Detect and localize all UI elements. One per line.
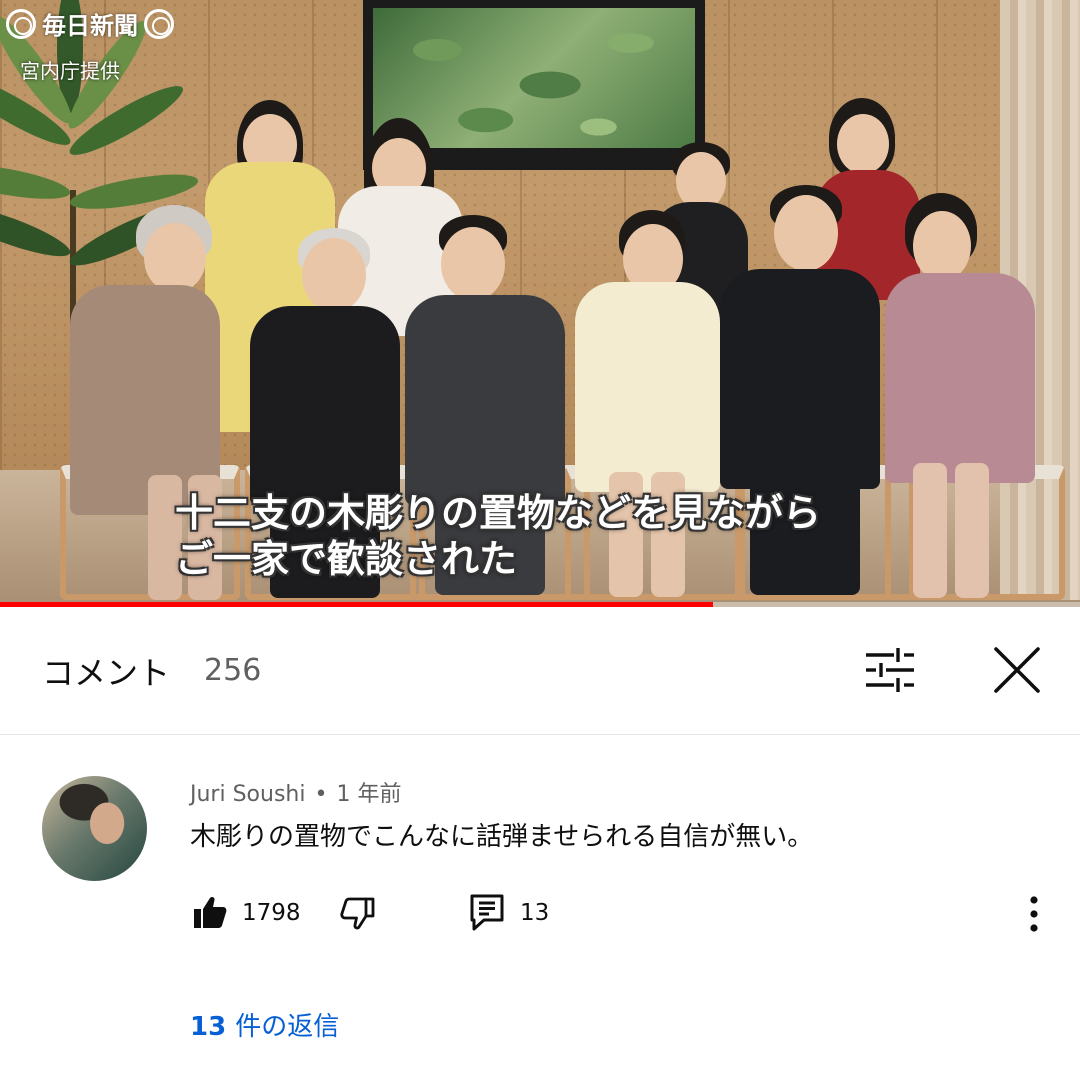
logo-mark-icon [6,8,36,39]
view-replies-link[interactable]: 13 件の返信 [190,1006,339,1043]
meta-separator: • [314,782,328,807]
avatar[interactable] [42,776,147,881]
comments-title: コメント [42,653,171,692]
thumbs-down-icon[interactable] [338,894,376,932]
comment-author[interactable]: Juri Soushi [190,782,305,807]
replies-link-label: 件の返信 [235,1012,340,1042]
comment-item: Juri Soushi • 1 年前 木彫りの置物でこんなに話弾ませられる自信が… [0,736,1080,1075]
image-credit: 宮内庁提供 [20,59,120,83]
comment-actions: 1798 13 [190,894,1050,934]
comments-count: 256 [204,653,262,688]
thumbs-up-icon[interactable] [192,894,228,930]
watermark-text: 毎日新聞 [42,11,138,40]
video-player[interactable]: 毎日新聞 宮内庁提供 十二支の木彫りの置物などを見ながら ご一家で歓談された [0,0,1080,607]
person-seated-6 [885,193,1035,603]
logo-mark-icon [144,8,174,39]
close-icon[interactable] [992,645,1042,695]
comment-text: 木彫りの置物でこんなに話弾ませられる自信が無い。 [190,822,814,852]
reply-count: 13 [520,900,550,926]
reply-comment-icon[interactable] [470,894,504,932]
replies-link-count: 13 [190,1012,227,1042]
comment-time: 1 年前 [336,782,402,807]
video-caption: 十二支の木彫りの置物などを見ながら ご一家で歓談された [175,490,821,582]
more-options-icon[interactable] [1022,894,1046,934]
comments-header: コメント 256 [0,607,1080,735]
mainichi-logo: 毎日新聞 [6,6,174,41]
like-count: 1798 [242,900,301,926]
comment-meta: Juri Soushi • 1 年前 [190,776,401,808]
sort-filter-icon[interactable] [864,647,916,693]
caption-line-1: 十二支の木彫りの置物などを見ながら [175,491,822,535]
caption-line-2: ご一家で歓談された [175,537,518,581]
